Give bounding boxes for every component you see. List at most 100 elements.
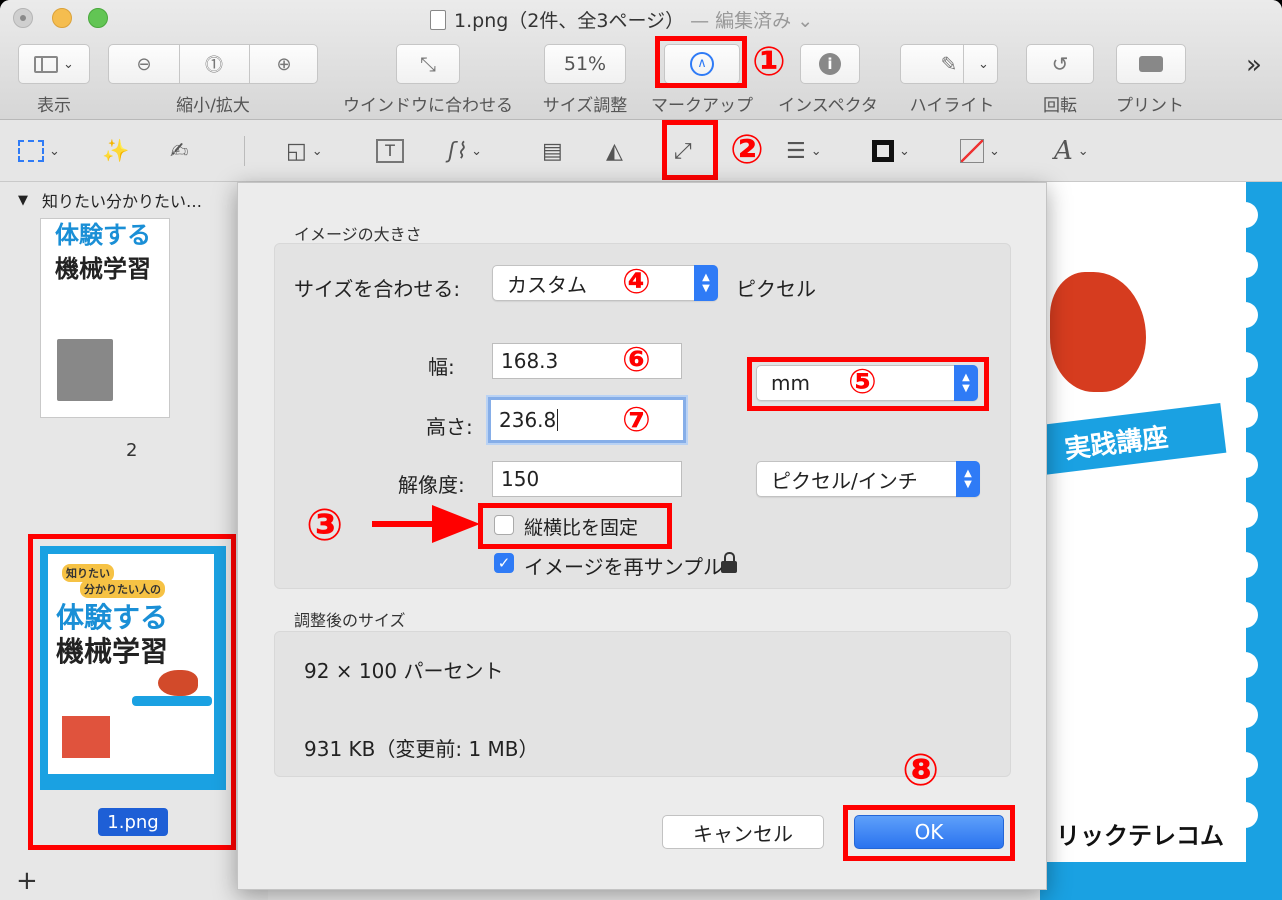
pixel-unit-label: ピクセル (736, 277, 816, 301)
sidebar-document-title: 知りたい分かりたい… (42, 192, 203, 211)
cover-bottom-stripe (1040, 862, 1282, 900)
border-color-button[interactable]: ⌄ (872, 134, 910, 168)
thumb-machine-illustration (62, 716, 110, 758)
adjust-size-button[interactable]: ⤢ (674, 134, 692, 168)
result-size-section-title: 調整後のサイズ (294, 611, 406, 630)
popup-stepper-icon: ▲ ▼ (954, 365, 978, 401)
sidebar-document-header[interactable]: ▼ 知りたい分かりたい… (0, 182, 260, 218)
width-value: 168.3 (501, 349, 559, 373)
thumbnail-sidebar: ▼ 知りたい分かりたい… 体験する 機械学習 2 知りたい 分かりたい人の 体験… (0, 182, 268, 900)
zoom-in-button[interactable]: ⊕ (249, 45, 319, 83)
fill-color-button[interactable]: ⌄ (960, 134, 1000, 168)
line-style-button[interactable]: ☰ ⌄ (786, 134, 822, 168)
disclosure-triangle-icon[interactable]: ▼ (18, 193, 28, 208)
border-color-icon (872, 140, 894, 162)
resolution-unit-popup[interactable]: ピクセル/インチ ▲ ▼ (756, 461, 980, 497)
thumbnail-page-1[interactable]: 知りたい 分かりたい人の 体験する 機械学習 (40, 546, 226, 790)
fit-into-popup[interactable]: カスタム ▲ ▼ (492, 265, 718, 301)
sketch-pen-icon: ✍ (170, 138, 189, 164)
title-bar: 1.png（2件、全3ページ） — 編集済み ⌄ ⌄ 表示 ⊖ ⓵ ⊕ 縮小/拡… (0, 0, 1282, 120)
resolution-unit-value: ピクセル/インチ (771, 468, 918, 493)
resize-icon: ⤢ (674, 138, 692, 164)
note-button[interactable]: ▤ (542, 134, 563, 168)
selected-file-label[interactable]: 1.png (98, 808, 168, 836)
checkmark-icon: ✓ (497, 554, 511, 572)
sidebar-icon (34, 55, 59, 73)
chevron-down-icon: ⌄ (810, 143, 822, 159)
thumbnail-page-2[interactable]: 体験する 機械学習 (40, 218, 170, 418)
zoom-window-button[interactable] (88, 8, 108, 28)
size-adjust-label: サイズ調整 (542, 96, 628, 116)
text-style-button[interactable]: A ⌄ (1054, 134, 1089, 168)
resample-checkbox[interactable]: ✓ (494, 553, 514, 573)
sketch-button[interactable]: ✍ (170, 134, 188, 168)
fill-none-icon (960, 139, 984, 163)
zoom-out-button[interactable]: ⊖ (109, 45, 179, 83)
bird-illustration (1050, 272, 1146, 392)
lock-icon[interactable] (721, 552, 737, 573)
adjust-color-button[interactable]: ◭ (606, 134, 623, 168)
markup-button[interactable]: ∧ (664, 44, 740, 84)
chevron-down-icon: ⌄ (311, 143, 323, 159)
height-field[interactable]: 236.8 (488, 397, 686, 443)
zoom-value-button[interactable]: 51% (544, 44, 626, 84)
ok-button[interactable]: OK (854, 815, 1004, 849)
annotation-7: ⑦ (622, 400, 651, 440)
chevron-down-icon: ⌄ (899, 143, 910, 159)
page-number-2: 2 (126, 440, 138, 461)
instant-alpha-button[interactable]: ✨ (102, 134, 129, 168)
actual-size-button[interactable]: ⓵ (179, 45, 249, 83)
aspect-ratio-label[interactable]: 縦横比を固定 (524, 513, 638, 540)
edited-status[interactable]: — 編集済み ⌄ (690, 10, 813, 32)
width-field[interactable]: 168.3 (492, 343, 682, 379)
aspect-ratio-checkbox[interactable] (494, 515, 514, 535)
unit-value: mm (771, 371, 810, 395)
signature-button[interactable]: ʃ⌇ ⌄ (448, 134, 482, 168)
bird-illustration (158, 670, 198, 696)
adjust-size-dialog: イメージの大きさ サイズを合わせる: カスタム ▲ ▼ ④ ピクセル 幅: 168… (237, 182, 1047, 890)
highlight-button[interactable]: ✎ ⌄ (900, 44, 998, 84)
actual-size-icon: ⓵ (205, 55, 223, 76)
rect-selection-icon (18, 140, 44, 162)
annotation-1: ① (752, 39, 786, 85)
chevron-down-icon: ⌄ (978, 56, 989, 72)
view-button[interactable]: ⌄ (18, 44, 90, 84)
chevron-down-icon: ⌄ (49, 143, 60, 159)
result-percent: 92 × 100 パーセント (304, 659, 504, 683)
shapes-icon: ◱ (286, 138, 307, 164)
cover-banner: 実践講座 (1037, 402, 1227, 476)
fit-window-button[interactable]: ⤡ (396, 44, 460, 84)
preview-window: 1.png（2件、全3ページ） — 編集済み ⌄ ⌄ 表示 ⊖ ⓵ ⊕ 縮小/拡… (0, 0, 1282, 900)
rotate-label: 回転 (1043, 96, 1077, 116)
inspector-label: インスペクタ (778, 96, 878, 116)
text-tool-button[interactable]: T (376, 134, 404, 168)
shapes-button[interactable]: ◱ ⌄ (286, 134, 323, 168)
image-size-section-title: イメージの大きさ (294, 225, 422, 244)
annotation-2: ② (730, 127, 764, 173)
document-icon (430, 10, 446, 30)
publisher-logo: リックテレコム (1056, 822, 1224, 850)
resolution-label: 解像度: (398, 473, 465, 497)
height-value: 236.8 (499, 408, 557, 432)
rotate-icon: ↺ (1051, 52, 1069, 76)
toolbar-divider (244, 136, 245, 166)
close-button[interactable] (13, 8, 33, 28)
print-button[interactable] (1116, 44, 1186, 84)
annotation-6: ⑥ (622, 340, 651, 380)
chevron-down-icon: ⌄ (63, 56, 74, 72)
fit-into-value: カスタム (507, 272, 587, 297)
add-page-button[interactable]: + (16, 866, 38, 896)
printer-icon (1139, 56, 1163, 72)
text-box-icon: T (376, 139, 404, 163)
thumb-illustration (57, 339, 113, 401)
inspector-button[interactable]: i (800, 44, 860, 84)
thumb-title-black: 機械学習 (55, 255, 151, 283)
cancel-button[interactable]: キャンセル (662, 815, 824, 849)
highlighter-icon: ✎ (940, 52, 958, 76)
selection-tool-button[interactable]: ⌄ (18, 134, 60, 168)
minimize-button[interactable] (52, 8, 72, 28)
resample-label[interactable]: イメージを再サンプル (524, 551, 723, 580)
resolution-field[interactable]: 150 (492, 461, 682, 497)
toolbar-overflow-button[interactable]: » (1246, 50, 1262, 80)
rotate-button[interactable]: ↺ (1026, 44, 1094, 84)
